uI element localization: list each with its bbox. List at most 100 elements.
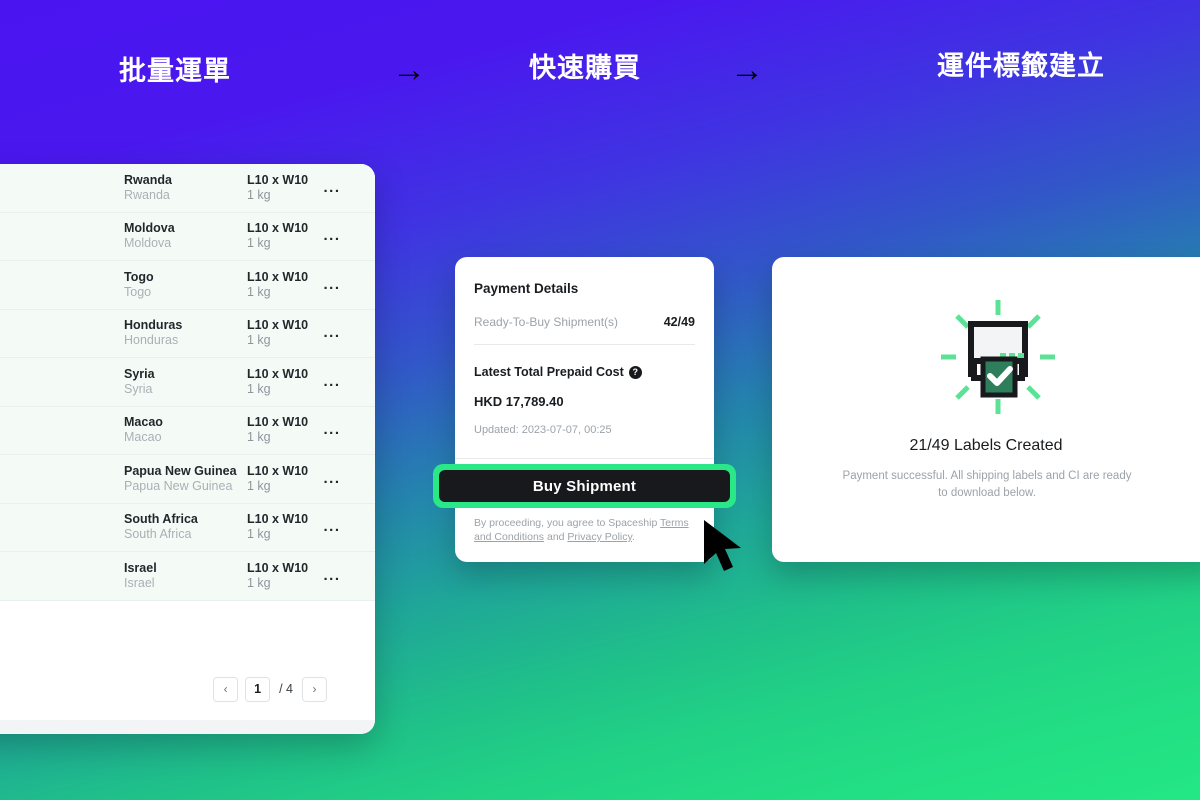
payment-details-card: Payment Details Ready-To-Buy Shipment(s)… — [433, 257, 736, 562]
step-label-bulk-shipment: 批量運單 — [119, 56, 231, 86]
pagination-next-button[interactable]: › — [302, 676, 327, 702]
row-destination-name: Togo — [124, 269, 154, 284]
ready-to-buy-row: Ready-To-Buy Shipment(s) 42/49 — [474, 315, 695, 329]
panel-divider — [0, 720, 375, 734]
row-dimension-value: L10 x W10 — [247, 366, 309, 381]
row-destination-sub: Syria — [124, 381, 153, 396]
arrow-right-icon: → — [392, 51, 426, 89]
row-more-options-icon[interactable]: ... — [321, 519, 343, 534]
row-destination-sub: Honduras — [124, 333, 179, 348]
row-destination: Israel Israel — [124, 561, 247, 591]
table-row[interactable]: Israel Israel L10 x W10 1 kg... — [0, 552, 375, 601]
row-dimensions: L10 x W10 1 kg — [247, 561, 321, 591]
pagination-prev-button[interactable]: ‹ — [213, 676, 239, 702]
row-destination-sub: South Africa — [124, 527, 192, 542]
labels-created-card: 21/49 Labels Created Payment successful.… — [772, 257, 1200, 562]
row-destination: Macao Macao — [124, 415, 247, 445]
labels-created-subtitle: Payment successful. All shipping labels … — [842, 470, 1132, 499]
row-destination-name: Honduras — [124, 318, 183, 333]
table-row[interactable]: Honduras Honduras L10 x W10 1 kg... — [0, 309, 375, 358]
ready-to-buy-value: 42/49 — [663, 315, 695, 329]
payment-divider — [474, 344, 695, 345]
row-destination: Papua New Guinea Papua New Guinea — [124, 464, 247, 494]
row-destination-sub: Moldova — [124, 236, 172, 251]
row-more-options-icon[interactable]: ... — [321, 277, 343, 292]
row-more-options-icon[interactable]: ... — [321, 325, 343, 340]
pagination-total-pages: / 4 — [279, 682, 293, 696]
row-weight-value: 1 kg — [247, 284, 271, 299]
row-dimensions: L10 x W10 1 kg — [247, 464, 321, 494]
row-weight-value: 1 kg — [247, 187, 271, 202]
row-destination-name: Israel — [124, 560, 157, 575]
terms-suffix: . — [632, 531, 635, 543]
total-cost-label-row: Latest Total Prepaid Cost ? — [474, 365, 642, 379]
printer-label-check-icon — [938, 297, 1058, 417]
row-destination: Honduras Honduras — [124, 318, 247, 348]
row-more-options-icon[interactable]: ... — [321, 180, 343, 195]
row-more-options-icon[interactable]: ... — [321, 568, 343, 583]
row-dimensions: L10 x W10 1 kg — [247, 367, 321, 397]
process-steps-header: 批量運單 → 快速購買 → 運件標籤建立 — [0, 0, 1200, 150]
shipment-table: Rwanda Rwanda L10 x W10 1 kg... Moldova Moldo… — [0, 164, 375, 658]
row-weight-value: 1 kg — [247, 236, 271, 251]
table-row[interactable]: Macao Macao L10 x W10 1 kg... — [0, 406, 375, 455]
row-weight-value: 1 kg — [247, 333, 271, 348]
step-label-label-created: 運件標籤建立 — [937, 51, 1105, 81]
row-more-options-icon[interactable]: ... — [321, 471, 343, 486]
row-dimension-value: L10 x W10 — [247, 221, 309, 236]
row-destination-sub: Rwanda — [124, 187, 170, 202]
payment-details-title: Payment Details — [474, 281, 579, 296]
table-row[interactable]: South Africa South Africa L10 x W10 1 kg... — [0, 503, 375, 552]
mouse-pointer-icon — [700, 518, 752, 574]
row-destination-name: Syria — [124, 366, 155, 381]
row-destination-sub: Togo — [124, 284, 152, 299]
buy-shipment-button[interactable]: Buy Shipment — [439, 470, 730, 502]
row-destination-name: Moldova — [124, 221, 175, 236]
row-dimensions: L10 x W10 1 kg — [247, 512, 321, 542]
payment-divider-bottom — [455, 458, 714, 459]
row-more-options-icon[interactable]: ... — [321, 374, 343, 389]
total-cost-label: Latest Total Prepaid Cost — [474, 365, 624, 379]
pagination: ‹ 1 / 4 › — [0, 658, 345, 720]
last-updated-text: Updated: 2023-07-07, 00:25 — [474, 424, 612, 436]
row-dimension-value: L10 x W10 — [247, 463, 309, 478]
table-row[interactable]: Papua New Guinea Papua New Guinea L10 x W1… — [0, 455, 375, 504]
terms-text: By proceeding, you agree to Spaceship Te… — [474, 516, 696, 544]
row-destination: Rwanda Rwanda — [124, 173, 247, 203]
buy-shipment-highlight-ring: Buy Shipment — [433, 464, 736, 508]
row-more-options-icon[interactable]: ... — [321, 422, 343, 437]
row-dimensions: L10 x W10 1 kg — [247, 318, 321, 348]
row-destination-sub: Papua New Guinea — [124, 478, 233, 493]
row-weight-value: 1 kg — [247, 527, 271, 542]
terms-prefix: By proceeding, you agree to Spaceship — [474, 517, 661, 529]
row-destination-sub: Macao — [124, 430, 162, 445]
terms-middle: and — [544, 531, 568, 543]
row-destination-name: Rwanda — [124, 172, 172, 187]
row-more-options-icon[interactable]: ... — [321, 228, 343, 243]
row-destination-name: Papua New Guinea — [124, 463, 237, 478]
table-row[interactable]: Togo Togo L10 x W10 1 kg... — [0, 261, 375, 310]
row-dimension-value: L10 x W10 — [247, 318, 309, 333]
row-dimension-value: L10 x W10 — [247, 560, 309, 575]
row-dimensions: L10 x W10 1 kg — [247, 173, 321, 203]
table-row[interactable]: Rwanda Rwanda L10 x W10 1 kg... — [0, 164, 375, 213]
row-dimensions: L10 x W10 1 kg — [247, 221, 321, 251]
labels-created-title: 21/49 Labels Created — [909, 437, 1063, 454]
row-weight-value: 1 kg — [247, 381, 271, 396]
step-label-quick-buy: 快速購買 — [529, 53, 641, 83]
row-dimension-value: L10 x W10 — [247, 512, 309, 527]
row-destination-name: South Africa — [124, 512, 198, 527]
row-weight-value: 1 kg — [247, 430, 271, 445]
row-weight-value: 1 kg — [247, 575, 271, 590]
privacy-policy-link[interactable]: Privacy Policy — [567, 531, 632, 543]
pagination-current-page[interactable]: 1 — [245, 676, 271, 702]
row-destination: South Africa South Africa — [124, 512, 247, 542]
help-icon[interactable]: ? — [628, 365, 642, 379]
table-row[interactable]: Syria Syria L10 x W10 1 kg... — [0, 358, 375, 407]
table-row[interactable]: Moldova Moldova L10 x W10 1 kg... — [0, 212, 375, 261]
row-dimensions: L10 x W10 1 kg — [247, 415, 321, 445]
row-weight-value: 1 kg — [247, 478, 271, 493]
row-dimensions: L10 x W10 1 kg — [247, 270, 321, 300]
row-dimension-value: L10 x W10 — [247, 172, 309, 187]
row-destination-sub: Israel — [124, 575, 155, 590]
